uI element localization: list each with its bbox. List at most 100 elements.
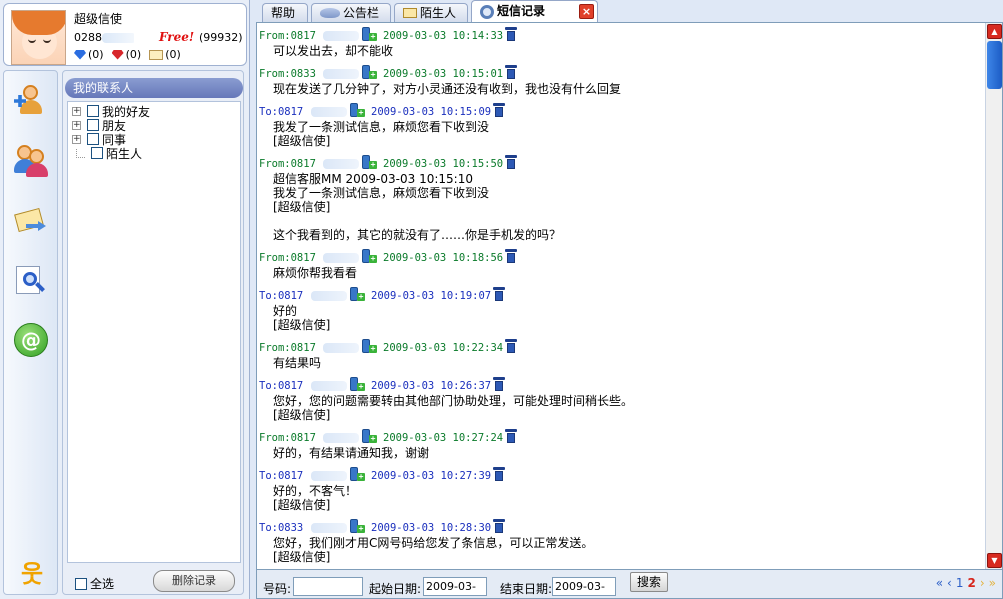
tab-help[interactable]: 帮助 bbox=[262, 3, 308, 22]
delete-message-icon[interactable] bbox=[493, 377, 505, 391]
page-link-2[interactable]: 2 bbox=[967, 576, 975, 590]
contacts-panel: 我的联系人 + 我的好友 + 朋友 + 同事 陌生人 全选 删除记录 bbox=[62, 70, 244, 595]
delete-message-icon[interactable] bbox=[505, 155, 517, 169]
message-direction: From:0833 bbox=[259, 68, 316, 80]
select-all-checkbox[interactable] bbox=[75, 577, 87, 590]
message-entry: To:0833 +2009-03-03 10:28:30 您好，我们刚才用C网号码给… bbox=[257, 519, 977, 564]
tab-bulletin[interactable]: 公告栏 bbox=[311, 3, 391, 22]
end-date-input[interactable]: 2009-03-04 bbox=[552, 577, 616, 599]
red-diamond-count: (0) bbox=[125, 48, 142, 61]
message-line: 我发了一条测试信息，麻烦您看下收到没 bbox=[273, 186, 490, 200]
add-to-contacts-icon[interactable]: + bbox=[349, 287, 365, 302]
tree-connector bbox=[76, 148, 85, 158]
page-link-1[interactable]: 1 bbox=[956, 576, 964, 590]
group-checkbox[interactable] bbox=[91, 147, 103, 159]
delete-message-icon[interactable] bbox=[493, 467, 505, 481]
message-header: From:0817 +2009-03-03 10:18:56 bbox=[257, 249, 977, 265]
first-page-link[interactable]: « bbox=[936, 576, 943, 590]
aim-icon[interactable]: 웃 bbox=[18, 561, 46, 587]
group-checkbox[interactable] bbox=[87, 105, 99, 117]
delete-records-button[interactable]: 删除记录 bbox=[153, 570, 235, 592]
delete-message-icon[interactable] bbox=[493, 519, 505, 533]
masked-number bbox=[323, 69, 359, 79]
message-time: 2009-03-03 10:15:01 bbox=[383, 68, 504, 80]
next-page-link[interactable]: › bbox=[980, 576, 985, 590]
contacts-header[interactable]: 我的联系人 bbox=[65, 78, 243, 98]
add-to-contacts-icon[interactable]: + bbox=[349, 467, 365, 482]
message-body: 可以发出去，却不能收 bbox=[257, 44, 977, 58]
scroll-down-button[interactable]: ▼ bbox=[987, 553, 1002, 568]
delete-message-icon[interactable] bbox=[505, 339, 517, 353]
search-record-icon[interactable] bbox=[14, 263, 48, 297]
delete-message-icon[interactable] bbox=[493, 287, 505, 301]
red-diamond-icon bbox=[111, 49, 124, 60]
number-input[interactable] bbox=[293, 577, 363, 596]
account-prefix: 0288 bbox=[74, 31, 102, 44]
delete-message-icon[interactable] bbox=[505, 249, 517, 263]
message-time: 2009-03-03 10:26:37 bbox=[371, 380, 492, 392]
message-time: 2009-03-03 10:28:30 bbox=[371, 522, 492, 534]
tab-label: 短信记录 bbox=[497, 4, 546, 18]
expand-icon[interactable]: + bbox=[72, 134, 81, 144]
message-entry: From:0817 +2009-03-03 10:14:33 可以发出去，却不能收 bbox=[257, 27, 977, 58]
mail-icon[interactable] bbox=[14, 203, 48, 237]
expand-icon[interactable]: + bbox=[72, 120, 81, 130]
delete-message-icon[interactable] bbox=[505, 27, 517, 41]
masked-number bbox=[311, 291, 347, 301]
message-body: 超信客服MM 2009-03-03 10:15:10 我发了一条测试信息，麻烦您看… bbox=[257, 172, 977, 242]
add-to-contacts-icon[interactable]: + bbox=[349, 519, 365, 534]
expand-icon[interactable]: + bbox=[72, 106, 81, 116]
add-contact-icon[interactable] bbox=[14, 83, 48, 117]
scroll-up-button[interactable]: ▲ bbox=[987, 24, 1002, 39]
masked-number bbox=[311, 523, 347, 533]
message-time: 2009-03-03 10:19:07 bbox=[371, 290, 492, 302]
scroll-thumb[interactable] bbox=[987, 41, 1002, 89]
red-diamond-badge[interactable]: (0) bbox=[111, 48, 142, 61]
tab-sms-records[interactable]: 短信记录 × bbox=[471, 0, 598, 22]
blue-diamond-badge[interactable]: (0) bbox=[74, 48, 104, 61]
prev-page-link[interactable]: ‹ bbox=[947, 576, 952, 590]
message-header: To:0817 +2009-03-03 10:26:37 bbox=[257, 377, 977, 393]
delete-message-icon[interactable] bbox=[505, 65, 517, 79]
message-line: 好的，有结果请通知我，谢谢 bbox=[273, 446, 430, 460]
add-to-contacts-icon[interactable]: + bbox=[361, 27, 377, 42]
at-icon[interactable]: @ bbox=[14, 323, 48, 357]
close-icon[interactable]: × bbox=[579, 4, 594, 19]
add-to-contacts-icon[interactable]: + bbox=[349, 377, 365, 392]
search-bar: 号码: 起始日期: 2009-03-01 结束日期: 2009-03-04 搜索… bbox=[256, 569, 1003, 599]
start-date-input[interactable]: 2009-03-01 bbox=[423, 577, 487, 599]
delete-message-icon[interactable] bbox=[505, 429, 517, 443]
add-to-contacts-icon[interactable]: + bbox=[361, 249, 377, 264]
message-line: 好的 bbox=[273, 304, 298, 318]
message-entry: To:0817 +2009-03-03 10:15:09 我发了一条测试信息，麻烦您… bbox=[257, 103, 977, 148]
message-header: From:0817 +2009-03-03 10:14:33 bbox=[257, 27, 977, 43]
group-checkbox[interactable] bbox=[87, 119, 99, 131]
scrollbar[interactable]: ▲ ▼ bbox=[985, 23, 1002, 569]
tab-label: 公告栏 bbox=[343, 5, 380, 20]
delete-message-icon[interactable] bbox=[493, 103, 505, 117]
add-to-contacts-icon[interactable]: + bbox=[349, 103, 365, 118]
add-to-contacts-icon[interactable]: + bbox=[361, 155, 377, 170]
message-header: From:0817 +2009-03-03 10:27:24 bbox=[257, 429, 977, 445]
message-direction: From:0817 bbox=[259, 432, 316, 444]
envelope-badge[interactable]: (0) bbox=[149, 48, 181, 61]
sms-record-list[interactable]: From:0817 +2009-03-03 10:14:33 可以发出去，却不能收 F… bbox=[256, 22, 1003, 569]
tab-label: 帮助 bbox=[271, 5, 296, 20]
message-line: 超信客服MM 2009-03-03 10:15:10 bbox=[273, 172, 473, 186]
select-all[interactable]: 全选 bbox=[75, 575, 114, 592]
message-line: [超级信使] bbox=[273, 134, 331, 148]
add-to-contacts-icon[interactable]: + bbox=[361, 65, 377, 80]
message-line: [超级信使] bbox=[273, 550, 331, 564]
group-icon[interactable] bbox=[14, 143, 48, 177]
last-page-link[interactable]: » bbox=[989, 576, 996, 590]
message-line: 我发了一条测试信息，麻烦您看下收到没 bbox=[273, 120, 490, 134]
tab-strangers[interactable]: 陌生人 bbox=[394, 3, 468, 22]
search-button[interactable]: 搜索 bbox=[630, 572, 668, 592]
avatar[interactable] bbox=[11, 10, 66, 65]
message-direction: To:0833 bbox=[259, 522, 304, 534]
add-to-contacts-icon[interactable]: + bbox=[361, 429, 377, 444]
group-checkbox[interactable] bbox=[87, 133, 99, 145]
group-strangers[interactable]: 陌生人 bbox=[72, 146, 142, 161]
end-date-label: 结束日期: bbox=[500, 582, 553, 596]
add-to-contacts-icon[interactable]: + bbox=[361, 339, 377, 354]
